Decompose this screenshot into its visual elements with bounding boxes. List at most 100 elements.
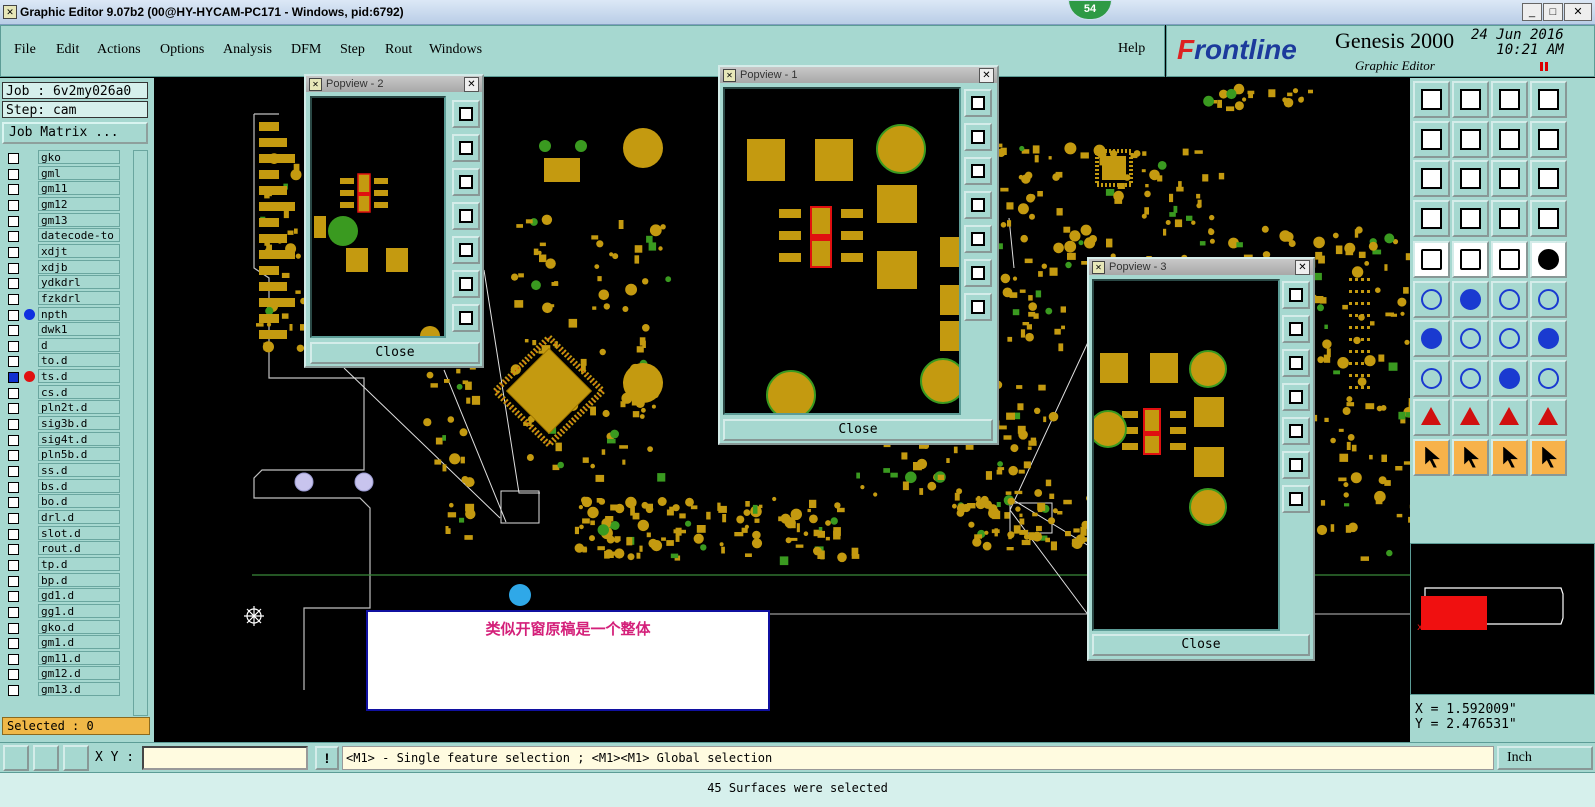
layer-color-dot[interactable] (24, 434, 35, 445)
layer-checkbox[interactable] (8, 497, 19, 508)
layer-color-dot[interactable] (24, 183, 35, 194)
layer-name[interactable]: pln2t.d (38, 400, 120, 414)
layer-row[interactable]: npth (2, 307, 122, 322)
popview-tool-button[interactable] (964, 123, 992, 151)
layer-name[interactable]: d (38, 338, 120, 352)
layer-row[interactable]: gd1.d (2, 588, 122, 603)
layer-row[interactable]: bo.d (2, 494, 122, 509)
layer-name[interactable]: gm11 (38, 181, 120, 195)
tool-button[interactable] (1491, 160, 1528, 197)
layer-color-dot[interactable] (24, 606, 35, 617)
layer-checkbox[interactable] (8, 607, 19, 618)
popview-1-view[interactable] (723, 87, 961, 415)
layer-checkbox[interactable] (8, 529, 19, 540)
layer-row[interactable]: ss.d (2, 463, 122, 478)
layer-color-dot[interactable] (24, 168, 35, 179)
layer-color-dot[interactable] (24, 637, 35, 648)
layer-row[interactable]: gg1.d (2, 604, 122, 619)
layer-checkbox[interactable] (8, 591, 19, 602)
layer-checkbox[interactable] (8, 153, 19, 164)
popview-3-window[interactable]: Popview - 3 ✕ ✕ Close (1087, 257, 1315, 661)
tool-button[interactable] (1413, 439, 1450, 476)
layer-checkbox[interactable] (8, 231, 19, 242)
layer-color-dot[interactable] (24, 653, 35, 664)
popview-tool-button[interactable] (452, 202, 480, 230)
layer-checkbox[interactable] (8, 669, 19, 680)
layer-checkbox[interactable] (8, 216, 19, 227)
layer-row[interactable]: xdjt (2, 244, 122, 259)
tool-button[interactable] (1413, 360, 1450, 397)
layer-checkbox[interactable] (8, 294, 19, 305)
layer-name[interactable]: bo.d (38, 494, 120, 508)
layer-row[interactable]: gm11 (2, 181, 122, 196)
tool-button[interactable] (1452, 281, 1489, 318)
layer-row[interactable]: gml (2, 166, 122, 181)
layer-color-dot[interactable] (24, 387, 35, 398)
popview-tool-button[interactable] (964, 259, 992, 287)
layer-name[interactable]: gm12 (38, 197, 120, 211)
layer-name[interactable]: gko.d (38, 620, 120, 634)
popview-1-close-icon[interactable]: ✕ (979, 68, 994, 83)
popview-tool-button[interactable] (1282, 451, 1310, 479)
popview-3-close-icon[interactable]: ✕ (1295, 260, 1310, 275)
layer-name[interactable]: xdjt (38, 244, 120, 258)
layer-color-dot[interactable] (24, 528, 35, 539)
tool-button[interactable] (1452, 241, 1489, 278)
layer-list-scrollbar[interactable] (133, 150, 148, 716)
tool-button[interactable] (1530, 439, 1567, 476)
popview-3-close-button[interactable]: Close (1092, 634, 1310, 656)
tool-button[interactable] (1530, 360, 1567, 397)
layer-color-dot[interactable] (24, 449, 35, 460)
tool-button[interactable] (1413, 160, 1450, 197)
tool-button[interactable] (1491, 241, 1528, 278)
layer-color-dot[interactable] (24, 293, 35, 304)
tool-button[interactable] (1530, 281, 1567, 318)
layer-name[interactable]: ss.d (38, 463, 120, 477)
layer-name[interactable]: gd1.d (38, 588, 120, 602)
popview-tool-button[interactable] (964, 225, 992, 253)
layer-checkbox[interactable] (8, 184, 19, 195)
layer-row[interactable]: xdjb (2, 260, 122, 275)
layer-checkbox[interactable] (8, 544, 19, 555)
layer-name[interactable]: slot.d (38, 526, 120, 540)
layer-name[interactable]: tp.d (38, 557, 120, 571)
layer-checkbox[interactable] (8, 419, 19, 430)
layer-checkbox[interactable] (8, 247, 19, 258)
layer-checkbox[interactable] (8, 482, 19, 493)
layer-name[interactable]: pln5b.d (38, 447, 120, 461)
tool-button[interactable] (1491, 439, 1528, 476)
maximize-button[interactable]: □ (1543, 3, 1563, 21)
layer-color-dot[interactable] (24, 496, 35, 507)
tool-button[interactable] (1413, 320, 1450, 357)
layer-name[interactable]: to.d (38, 353, 120, 367)
tool-button[interactable] (1413, 200, 1450, 237)
tool-button[interactable] (1530, 81, 1567, 118)
layer-name[interactable]: fzkdrl (38, 291, 120, 305)
layer-checkbox[interactable] (8, 341, 19, 352)
layer-name[interactable]: bs.d (38, 479, 120, 493)
layer-checkbox[interactable] (8, 466, 19, 477)
layer-name[interactable]: gm1.d (38, 635, 120, 649)
layer-row[interactable]: to.d (2, 353, 122, 368)
layer-row[interactable]: bs.d (2, 479, 122, 494)
tool-button[interactable] (1452, 81, 1489, 118)
job-matrix-button[interactable]: Job Matrix ... (2, 122, 148, 144)
layer-row[interactable]: gm13 (2, 213, 122, 228)
popview-tool-button[interactable] (452, 236, 480, 264)
layer-checkbox[interactable] (8, 638, 19, 649)
layer-row[interactable]: bp.d (2, 573, 122, 588)
layer-row[interactable]: slot.d (2, 526, 122, 541)
layer-color-dot[interactable] (24, 152, 35, 163)
layer-color-dot[interactable] (24, 481, 35, 492)
layer-row[interactable]: drl.d (2, 510, 122, 525)
popview-1-window[interactable]: Popview - 1 ✕ ✕ Close (718, 65, 999, 445)
layer-color-dot[interactable] (24, 215, 35, 226)
layer-checkbox[interactable] (8, 325, 19, 336)
popview-tool-button[interactable] (1282, 315, 1310, 343)
tool-button[interactable] (1530, 320, 1567, 357)
tool-button[interactable] (1452, 160, 1489, 197)
layer-color-dot[interactable] (24, 402, 35, 413)
popview-tool-button[interactable] (452, 270, 480, 298)
popview-tool-button[interactable] (964, 293, 992, 321)
layer-checkbox[interactable] (8, 450, 19, 461)
